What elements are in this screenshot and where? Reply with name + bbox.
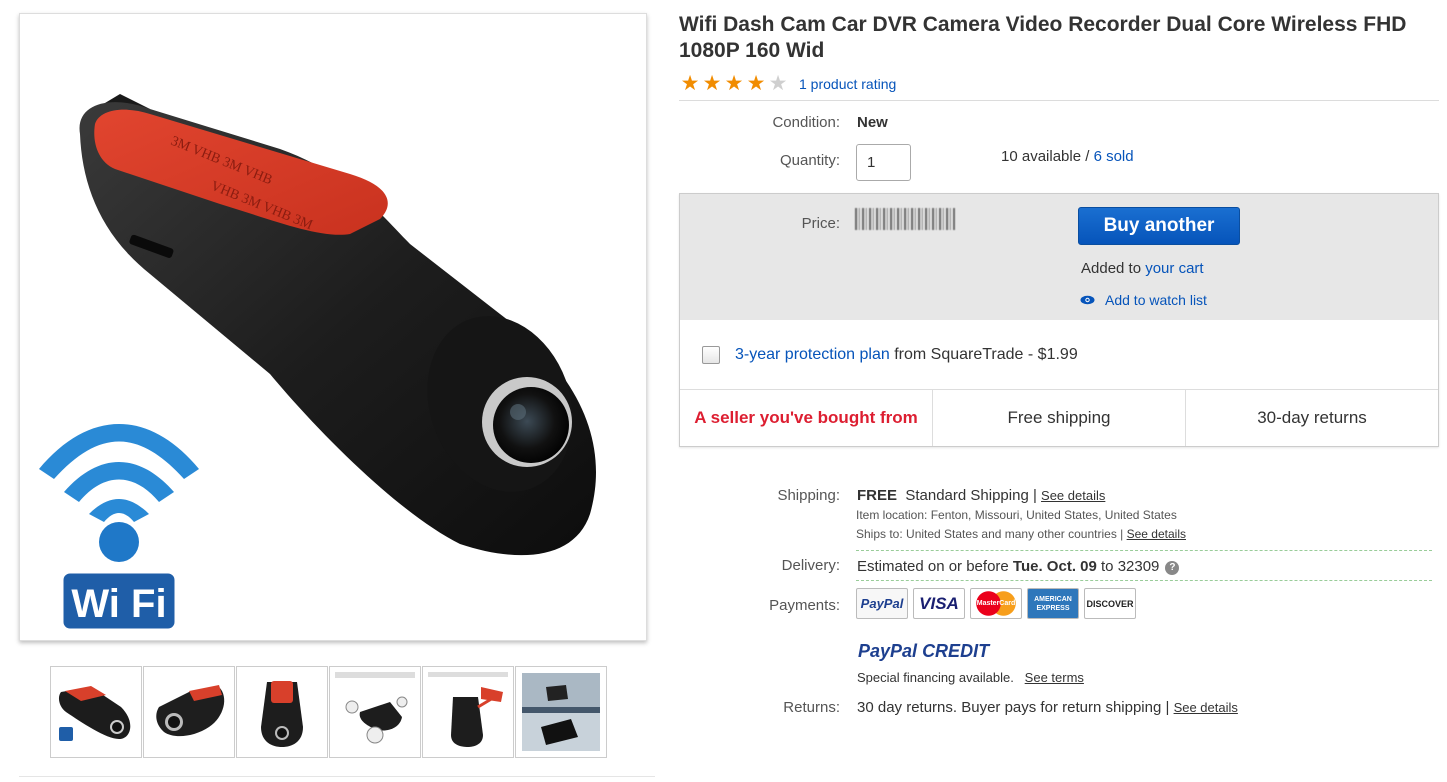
quantity-input[interactable] — [856, 144, 911, 181]
returns-value: 30 day returns. Buyer pays for return sh… — [857, 699, 1238, 716]
delivery-value: Estimated on or before Tue. Oct. 09 to 3… — [857, 558, 1180, 575]
sold-count-link[interactable]: 6 sold — [1094, 148, 1134, 165]
main-product-image[interactable]: 3M VHB 3M VHB VHB 3M VHB 3M Wi Fi — [19, 13, 647, 641]
delivery-date: Tue. Oct. 09 — [1012, 558, 1097, 575]
thumbnail-5[interactable] — [422, 666, 514, 758]
protection-plan-price: from SquareTrade - $1.99 — [889, 346, 1078, 363]
shipping-label: Shipping: — [777, 487, 840, 504]
condition-label: Condition: — [772, 114, 840, 131]
paypal-logo: PayPal — [856, 588, 908, 619]
feature-free-shipping: Free shipping — [933, 390, 1186, 446]
star-filled-icon: ★ — [702, 72, 722, 95]
star-filled-icon: ★ — [746, 72, 766, 95]
buy-box: Price: Buy another Added to your cart Ad… — [679, 193, 1439, 447]
financing-text: Special financing available. — [857, 670, 1014, 685]
product-rating-link[interactable]: 1 product rating — [799, 76, 896, 92]
delivery-label: Delivery: — [781, 557, 840, 574]
thumbnail-6[interactable] — [515, 666, 607, 758]
help-icon[interactable]: ? — [1165, 561, 1180, 575]
mastercard-logo: MasterCard — [970, 588, 1022, 619]
available-count: 10 available — [1001, 148, 1082, 165]
ships-to-see-details-link[interactable]: See details — [1127, 527, 1186, 541]
thumbnail-1[interactable] — [50, 666, 142, 758]
paypal-credit-word: CREDIT — [922, 641, 990, 661]
delivery-prefix: Estimated on or before — [857, 558, 1013, 575]
your-cart-link[interactable]: your cart — [1145, 260, 1203, 277]
watch-list-row[interactable]: Add to watch list — [1080, 292, 1207, 308]
product-title: Wifi Dash Cam Car DVR Camera Video Recor… — [679, 13, 1407, 62]
eye-icon — [1080, 295, 1095, 305]
wifi-badge-text: Wi Fi — [71, 582, 166, 626]
rating-row: ★ ★ ★ ★ ★ 1 product rating — [679, 73, 897, 95]
ships-to-text: Ships to: United States and many other c… — [856, 527, 1127, 541]
added-to-cart-message: Added to your cart — [1081, 260, 1204, 277]
feature-seller-bought-from: A seller you've bought from — [680, 390, 933, 446]
visa-logo: VISA — [913, 588, 965, 619]
add-to-watch-list-link[interactable]: Add to watch list — [1105, 292, 1207, 308]
price-section: Price: Buy another Added to your cart Ad… — [680, 194, 1438, 320]
added-prefix: Added to — [1081, 260, 1146, 277]
quantity-availability: 10 available / 6 sold — [1001, 148, 1134, 165]
returns-text: 30 day returns. Buyer pays for return sh… — [857, 699, 1174, 716]
star-filled-icon: ★ — [680, 72, 700, 95]
condition-value: New — [857, 114, 888, 131]
wifi-logo-icon: Wi Fi — [39, 424, 199, 632]
returns-label: Returns: — [783, 699, 840, 716]
protection-plan-row: 3-year protection plan from SquareTrade … — [680, 320, 1438, 390]
gallery-bottom-divider — [19, 776, 655, 777]
see-terms-link[interactable]: See terms — [1025, 670, 1084, 685]
protection-plan-link[interactable]: 3-year protection plan — [735, 346, 890, 363]
thumbnail-4[interactable] — [329, 666, 421, 758]
star-rating[interactable]: ★ ★ ★ ★ ★ — [679, 73, 789, 95]
price-value-obscured — [855, 208, 955, 230]
paypal-credit-logo: PayPal CREDIT — [858, 641, 989, 662]
delivery-divider — [856, 580, 1432, 581]
payment-logos: PayPal VISA MasterCard AMERICAN EXPRESS … — [856, 588, 1136, 619]
payments-label: Payments: — [769, 597, 840, 614]
shipping-service: Standard Shipping — [905, 487, 1029, 504]
paypal-credit-paypal: PayPal — [858, 641, 918, 661]
discover-logo: DISCOVER — [1084, 588, 1136, 619]
financing-row: Special financing available. See terms — [857, 670, 1084, 685]
buy-another-button[interactable]: Buy another — [1078, 207, 1240, 245]
availability-separator: / — [1081, 148, 1094, 165]
delivery-zip: to 32309 — [1096, 558, 1160, 575]
protection-plan-text: 3-year protection plan from SquareTrade … — [735, 346, 1078, 364]
feature-returns: 30-day returns — [1257, 408, 1367, 427]
returns-see-details-link[interactable]: See details — [1174, 700, 1238, 715]
thumbnail-2[interactable] — [143, 666, 235, 758]
thumbnail-strip — [50, 666, 608, 758]
protection-plan-checkbox[interactable] — [702, 346, 720, 364]
shipping-bar: | — [1028, 487, 1042, 504]
star-filled-icon: ★ — [724, 72, 744, 95]
item-location: Item location: Fenton, Missouri, United … — [856, 508, 1177, 522]
shipping-free: FREE — [857, 487, 898, 504]
star-empty-icon: ★ — [768, 72, 788, 95]
title-divider — [679, 100, 1439, 101]
ships-to: Ships to: United States and many other c… — [856, 527, 1186, 541]
price-label: Price: — [801, 215, 840, 232]
thumbnail-3[interactable] — [236, 666, 328, 758]
shipping-see-details-link[interactable]: See details — [1041, 488, 1105, 503]
shipping-value: FREE Standard Shipping | See details — [857, 487, 1105, 504]
quantity-label: Quantity: — [779, 152, 840, 169]
shipping-divider — [856, 550, 1432, 551]
amex-logo: AMERICAN EXPRESS — [1027, 588, 1079, 619]
feature-strip: A seller you've bought from Free shippin… — [680, 390, 1438, 446]
